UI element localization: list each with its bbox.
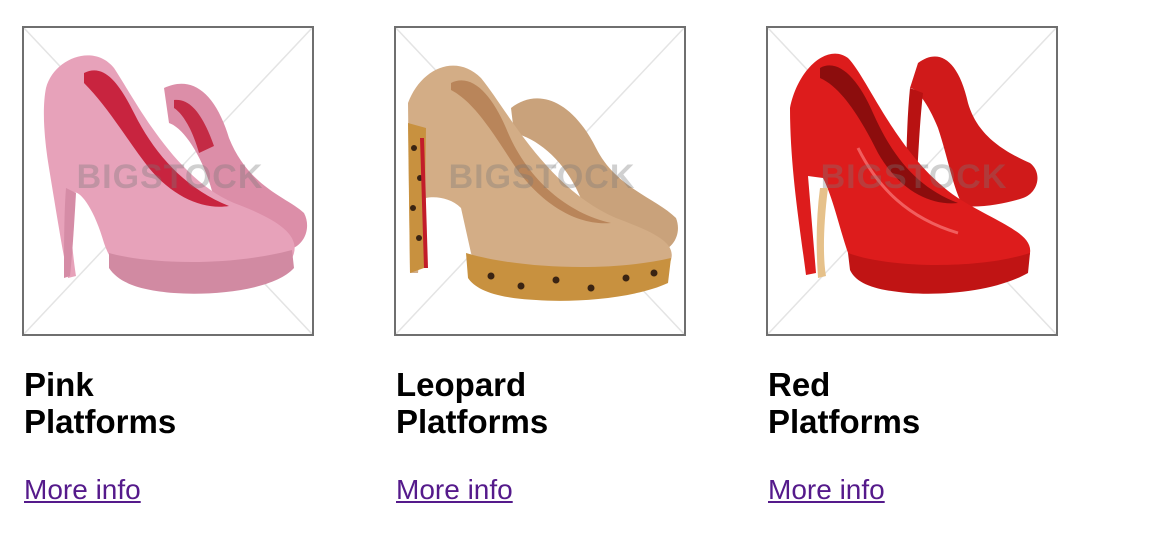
product-card-leopard: BIGSTOCK Leopard Platforms More info [394, 26, 686, 506]
product-title: Red Platforms [768, 366, 921, 440]
pink-heels-icon: BIGSTOCK [24, 28, 312, 334]
watermark-text: BIGSTOCK [449, 158, 636, 196]
watermark-text: BIGSTOCK [77, 158, 264, 196]
product-image-red[interactable]: BIGSTOCK [766, 26, 1058, 336]
more-info-link[interactable]: More info [24, 474, 141, 506]
more-info-link[interactable]: More info [768, 474, 885, 506]
product-title: Pink Platforms [24, 366, 177, 440]
product-image-leopard[interactable]: BIGSTOCK [394, 26, 686, 336]
watermark-text: BIGSTOCK [821, 158, 1008, 196]
more-info-link[interactable]: More info [396, 474, 513, 506]
product-card-red: BIGSTOCK Red Platforms More info [766, 26, 1058, 506]
product-title: Leopard Platforms [396, 366, 549, 440]
product-grid: BIGSTOCK Pink Platforms More info BIGSTO… [22, 26, 1058, 506]
product-image-pink[interactable]: BIGSTOCK [22, 26, 314, 336]
leopard-heels-icon: BIGSTOCK [396, 28, 684, 334]
red-heels-icon: BIGSTOCK [768, 28, 1056, 334]
product-card-pink: BIGSTOCK Pink Platforms More info [22, 26, 314, 506]
